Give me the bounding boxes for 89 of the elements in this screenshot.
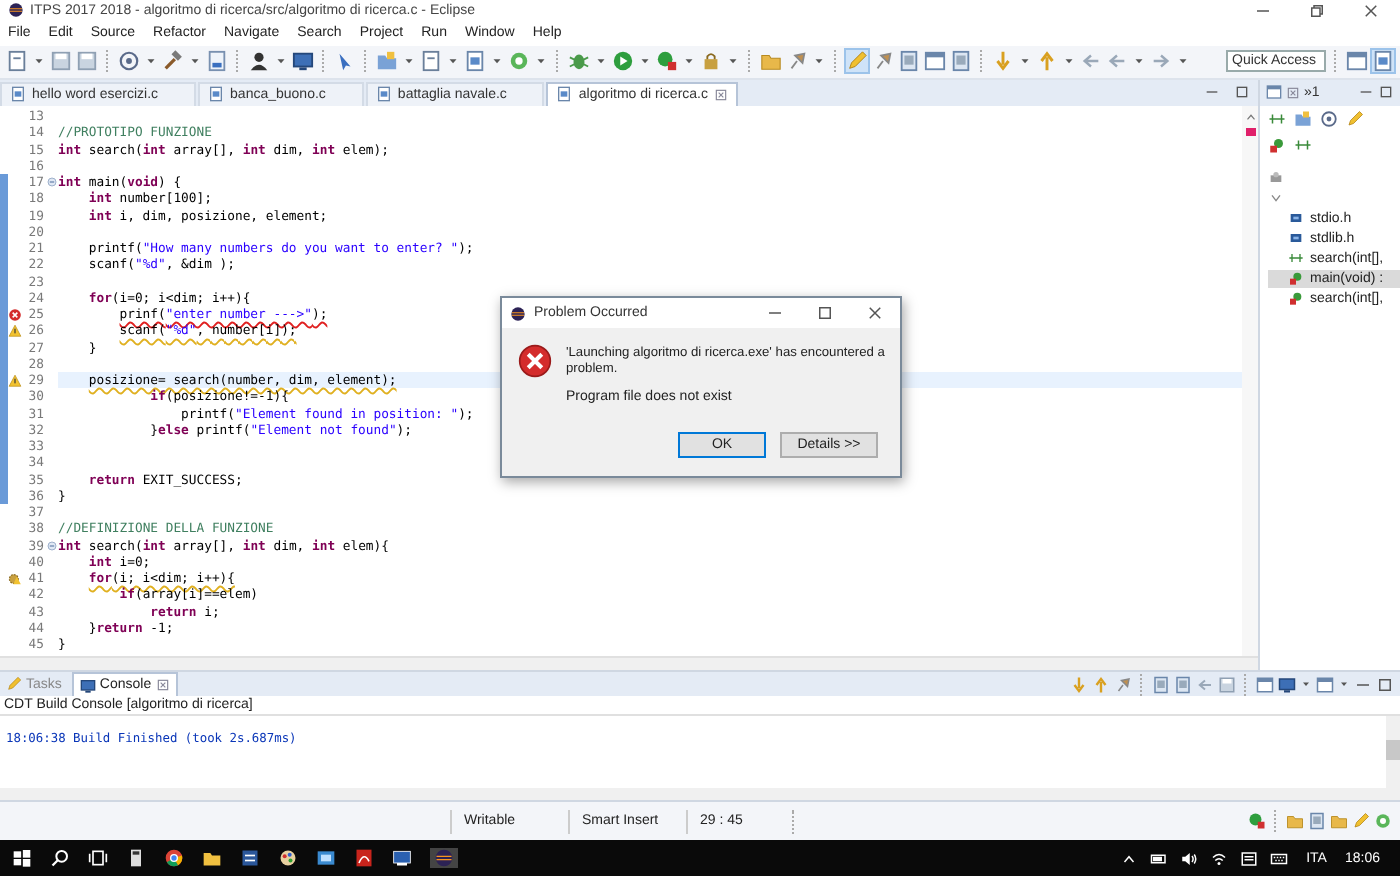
- caret-icon[interactable]: [144, 54, 158, 69]
- search-icon[interactable]: [50, 848, 70, 869]
- monitor-icon[interactable]: [1278, 675, 1296, 694]
- page-icon[interactable]: [950, 50, 972, 73]
- tasks-icon: [6, 676, 22, 693]
- c-file-icon: [10, 86, 26, 103]
- status-icon[interactable]: [1248, 812, 1266, 831]
- horizontal-scrollbar[interactable]: [0, 788, 1400, 801]
- error-overview-mark: [1245, 127, 1255, 136]
- palette-icon[interactable]: [278, 848, 298, 869]
- perspective-icon[interactable]: [1346, 50, 1368, 73]
- caret-icon[interactable]: [1132, 54, 1146, 69]
- caret-icon[interactable]: [274, 54, 288, 69]
- person-icon[interactable]: [248, 50, 270, 73]
- windows-start-icon[interactable]: [12, 848, 32, 869]
- target-icon[interactable]: [1320, 109, 1338, 128]
- horizontal-scrollbar[interactable]: [0, 656, 1258, 671]
- file-icon[interactable]: [420, 50, 442, 73]
- caret-icon[interactable]: [638, 54, 652, 69]
- scroll-up-icon[interactable]: [1243, 109, 1257, 124]
- c-file-icon: [375, 86, 392, 103]
- c-perspective-icon[interactable]: [1372, 50, 1394, 73]
- pencil-icon[interactable]: [1346, 109, 1364, 128]
- fold-toggle-icon[interactable]: [45, 176, 57, 189]
- eclipse-icon[interactable]: [430, 848, 458, 869]
- caret-icon[interactable]: [402, 54, 416, 69]
- battery-icon[interactable]: [1150, 849, 1169, 868]
- function-icon: [1288, 270, 1304, 287]
- notify-icon[interactable]: [1240, 849, 1259, 868]
- close-icon[interactable]: [155, 678, 170, 693]
- file-icon[interactable]: [464, 50, 486, 73]
- maximize-icon[interactable]: [1378, 84, 1394, 101]
- window-icon[interactable]: [316, 848, 336, 869]
- caret-icon[interactable]: [446, 54, 460, 69]
- target-icon[interactable]: [118, 50, 140, 73]
- close-icon[interactable]: [713, 87, 728, 102]
- browser-icon[interactable]: [164, 848, 184, 869]
- close-icon[interactable]: [1362, 1, 1380, 20]
- maximize-icon[interactable]: [1234, 84, 1250, 101]
- caret-icon[interactable]: [1300, 678, 1312, 691]
- eclipse-icon: [510, 305, 526, 321]
- wifi-icon[interactable]: [1210, 849, 1229, 868]
- calculator-icon[interactable]: [126, 848, 146, 869]
- package-icon: [1268, 170, 1284, 187]
- vertical-scrollbar[interactable]: [1386, 716, 1400, 789]
- error-icon: [518, 344, 552, 378]
- outline-icon[interactable]: [1266, 84, 1282, 101]
- c-file-icon: [208, 86, 225, 103]
- maximize-icon[interactable]: [1376, 675, 1394, 694]
- close-icon[interactable]: [866, 304, 884, 322]
- caret-icon[interactable]: [490, 54, 504, 69]
- task-view-icon[interactable]: [88, 848, 108, 869]
- maximize-icon[interactable]: [816, 304, 834, 322]
- caret-icon[interactable]: [594, 54, 608, 69]
- file-icon[interactable]: [6, 50, 28, 73]
- page-icon[interactable]: [1308, 812, 1326, 831]
- eclipse-icon: [8, 2, 24, 19]
- pdf-icon[interactable]: [354, 848, 374, 869]
- volume-icon[interactable]: [1180, 849, 1199, 868]
- document-icon[interactable]: [240, 848, 260, 869]
- declaration-icon: [1288, 250, 1304, 267]
- caret-icon[interactable]: [188, 54, 202, 69]
- function-filter-icon[interactable]: [1268, 135, 1286, 154]
- keyboard-icon[interactable]: [1270, 849, 1289, 868]
- caret-icon[interactable]: [1062, 54, 1076, 69]
- fold-toggle-icon[interactable]: [45, 539, 57, 552]
- page-icon[interactable]: [898, 50, 920, 73]
- function-icon: [1288, 290, 1304, 307]
- c-file-icon: [556, 86, 573, 103]
- target-icon[interactable]: [1374, 812, 1392, 831]
- monitor-icon[interactable]: [292, 50, 314, 73]
- expand-icon[interactable]: [1268, 190, 1284, 207]
- lock-icon[interactable]: [700, 50, 722, 73]
- caret-icon[interactable]: [812, 54, 826, 69]
- monitor-icon[interactable]: [392, 848, 412, 869]
- folder-icon[interactable]: [202, 848, 222, 869]
- caret-icon[interactable]: [1018, 54, 1032, 69]
- bug-icon[interactable]: [568, 50, 590, 73]
- hammer-icon[interactable]: [162, 50, 184, 73]
- caret-icon[interactable]: [726, 54, 740, 69]
- caret-icon[interactable]: [1176, 54, 1190, 69]
- pencil-icon[interactable]: [1352, 812, 1370, 831]
- caret-icon[interactable]: [32, 54, 46, 69]
- caret-icon[interactable]: [682, 54, 696, 69]
- pointer-icon[interactable]: [334, 50, 356, 73]
- caret-icon[interactable]: [1338, 678, 1350, 691]
- console-icon: [79, 677, 96, 694]
- caret-icon[interactable]: [534, 54, 548, 69]
- restore-icon[interactable]: [1308, 1, 1326, 20]
